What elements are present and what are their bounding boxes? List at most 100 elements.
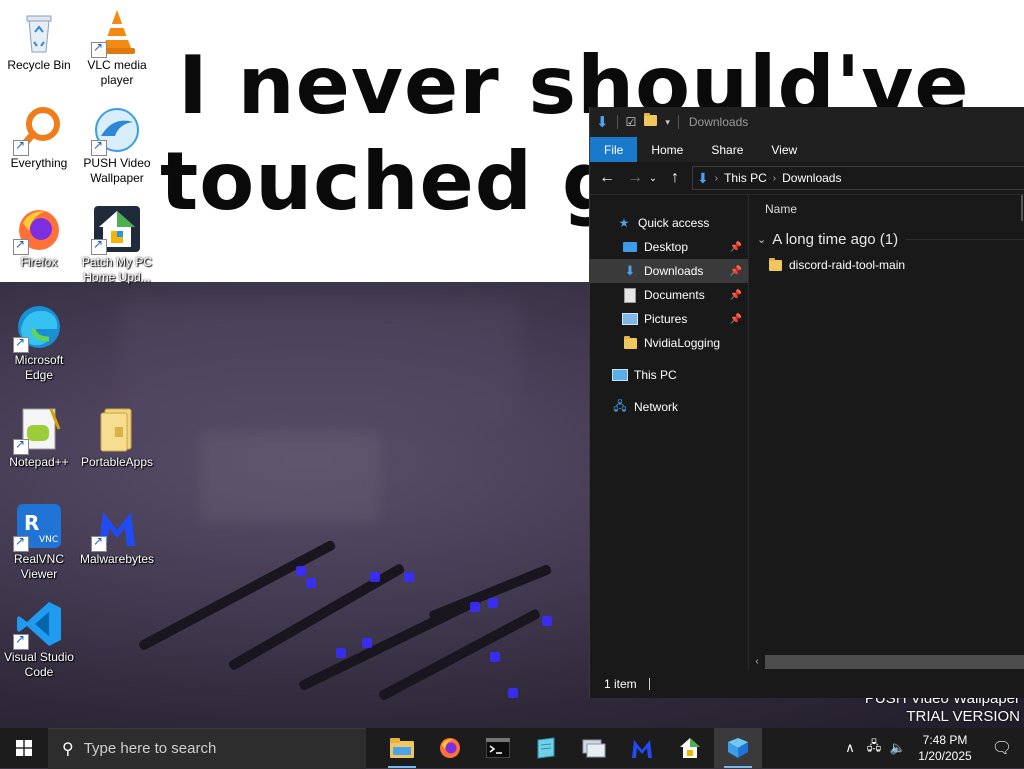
list-item[interactable]: discord-raid-tool-main [749, 254, 1024, 276]
desktop-icon-everything[interactable]: Everything [0, 106, 78, 171]
nav-pictures[interactable]: Pictures 📌 [590, 307, 748, 331]
everything-search-icon [13, 106, 63, 156]
nav-documents[interactable]: Documents 📌 [590, 283, 748, 307]
address-bar[interactable]: ⬇ › This PC › Downloads [692, 166, 1024, 190]
desktop-icon-patch-my-pc[interactable]: Patch My PC Home Upd... [78, 205, 156, 285]
nav-this-pc[interactable]: This PC [590, 363, 748, 387]
taskbar-patch-my-pc[interactable] [666, 728, 714, 768]
svg-text:VNC: VNC [39, 535, 58, 545]
downloads-location-icon: ⬇ [697, 169, 709, 186]
tab-share[interactable]: Share [697, 137, 757, 162]
patch-my-pc-icon [91, 205, 141, 255]
remote-desktop-icon [582, 739, 606, 758]
desktop-icon-portableapps[interactable]: PortableApps [78, 405, 156, 470]
firefox-icon [440, 738, 460, 758]
folder-icon [769, 257, 782, 271]
breadcrumb-this-pc[interactable]: This PC [724, 171, 767, 185]
vscode-icon [13, 600, 63, 650]
documents-icon [622, 287, 638, 303]
windows-logo-icon [16, 740, 32, 756]
system-clock[interactable]: 7:48 PM 1/20/2025 [910, 732, 980, 764]
chevron-up-icon[interactable]: ∧ [838, 740, 862, 756]
nav-nvidialogging[interactable]: NvidiaLogging [590, 331, 748, 355]
horizontal-scrollbar[interactable]: ‹ [749, 653, 1024, 670]
svg-text:R: R [24, 511, 39, 535]
desktop-icon-malwarebytes[interactable]: Malwarebytes [78, 502, 156, 567]
tab-home[interactable]: Home [637, 137, 697, 162]
breadcrumb-chevron-icon[interactable]: › [773, 173, 776, 184]
downloads-icon: ⬇ [624, 263, 636, 278]
taskbar-terminal[interactable] [474, 728, 522, 768]
pin-icon: 📌 [729, 265, 742, 277]
nav-network[interactable]: 🖧 Network [590, 395, 748, 419]
network-icon: 🖧 [613, 398, 627, 413]
status-bar: 1 item [590, 670, 1024, 698]
recycle-bin-icon [15, 8, 63, 56]
pin-icon: 📌 [729, 289, 742, 301]
new-folder-icon[interactable] [644, 113, 658, 129]
nav-downloads[interactable]: ⬇ Downloads 📌 [590, 259, 748, 283]
explorer-panes: ★ Quick access Desktop 📌 ⬇ Downloads 📌 D… [590, 195, 1024, 670]
file-explorer-window[interactable]: ⬇ ☑ ▾ Downloads File Home Share View ← →… [589, 107, 1024, 698]
notepadpp-icon [13, 405, 63, 455]
breadcrumb-chevron-icon[interactable]: › [715, 173, 718, 184]
navigation-pane[interactable]: ★ Quick access Desktop 📌 ⬇ Downloads 📌 D… [590, 195, 749, 670]
file-list-pane[interactable]: Name ⌄ A long time ago (1) discord-raid-… [749, 195, 1024, 670]
download-arrow-icon: ⬇ [596, 114, 609, 131]
scroll-left-icon[interactable]: ‹ [749, 656, 765, 667]
taskbar-remote-desktop[interactable] [570, 728, 618, 768]
group-label: A long time ago (1) [772, 230, 899, 248]
desktop-icon-firefox[interactable]: Firefox [0, 205, 78, 270]
nav-desktop[interactable]: Desktop 📌 [590, 235, 748, 259]
chevron-down-icon[interactable]: ⌄ [757, 233, 766, 246]
quick-access-toolbar: ⬇ ☑ ▾ [596, 113, 679, 131]
forward-button[interactable]: → [624, 166, 646, 190]
recent-locations-chevron-icon[interactable]: ⌄ [646, 166, 660, 190]
desktop-icon-recycle-bin[interactable]: Recycle Bin [0, 8, 78, 73]
back-button[interactable]: ← [596, 166, 618, 190]
malwarebytes-icon [91, 502, 141, 552]
desktop-icon-notepadpp[interactable]: Notepad++ [0, 405, 78, 470]
desktop-icon-push-video-wallpaper[interactable]: PUSH Video Wallpaper [78, 106, 156, 186]
up-button[interactable]: ↑ [664, 166, 686, 190]
breadcrumb-downloads[interactable]: Downloads [782, 171, 841, 185]
scrollbar-thumb[interactable] [765, 654, 1024, 669]
notification-center-icon[interactable]: 🗨 [980, 738, 1024, 758]
network-status-icon[interactable]: 🖧 [862, 737, 886, 759]
push-video-wallpaper-icon [91, 106, 141, 156]
window-title: Downloads [688, 115, 749, 129]
clock-time: 7:48 PM [922, 733, 968, 747]
column-header-name[interactable]: Name [765, 202, 797, 216]
explorer-titlebar[interactable]: ⬇ ☑ ▾ Downloads [590, 107, 1024, 137]
tab-view[interactable]: View [757, 137, 811, 162]
desktop-icon-realvnc[interactable]: RVNC RealVNC Viewer [0, 502, 78, 582]
pin-icon: 📌 [729, 241, 742, 253]
taskbar-pinned-apps [378, 728, 762, 768]
desktop-icon-edge[interactable]: Microsoft Edge [0, 303, 78, 383]
chevron-down-icon[interactable]: ▾ [665, 117, 670, 128]
tab-file[interactable]: File [590, 137, 638, 162]
taskbar-firefox[interactable] [426, 728, 474, 768]
folder-icon [622, 335, 638, 350]
taskbar-malwarebytes[interactable] [618, 728, 666, 768]
properties-icon[interactable]: ☑ [626, 115, 637, 129]
file-explorer-icon [390, 738, 414, 758]
taskbar-notes-app[interactable] [522, 728, 570, 768]
taskbar-search-box[interactable]: ⚲ Type here to search [48, 727, 366, 769]
address-row: ← → ⌄ ↑ ⬇ › This PC › Downloads [590, 162, 1024, 195]
malwarebytes-icon [632, 740, 652, 758]
desktop-icon-vlc[interactable]: VLC media player [78, 8, 156, 88]
nav-quick-access[interactable]: ★ Quick access [590, 211, 748, 235]
pictures-icon [622, 312, 638, 326]
group-header[interactable]: ⌄ A long time ago (1) [749, 224, 1024, 254]
desktop-folder-icon [622, 240, 638, 254]
realvnc-icon: R VNC [13, 502, 63, 552]
star-icon: ★ [618, 216, 630, 230]
desktop-icon-vscode[interactable]: Visual Studio Code [0, 600, 78, 680]
computer-icon [612, 368, 628, 382]
volume-muted-icon[interactable]: 🔈 [886, 740, 910, 756]
terminal-icon [486, 738, 510, 758]
taskbar-file-explorer[interactable] [378, 728, 426, 768]
start-button[interactable] [0, 728, 48, 768]
taskbar-push-video-wallpaper[interactable] [714, 728, 762, 768]
